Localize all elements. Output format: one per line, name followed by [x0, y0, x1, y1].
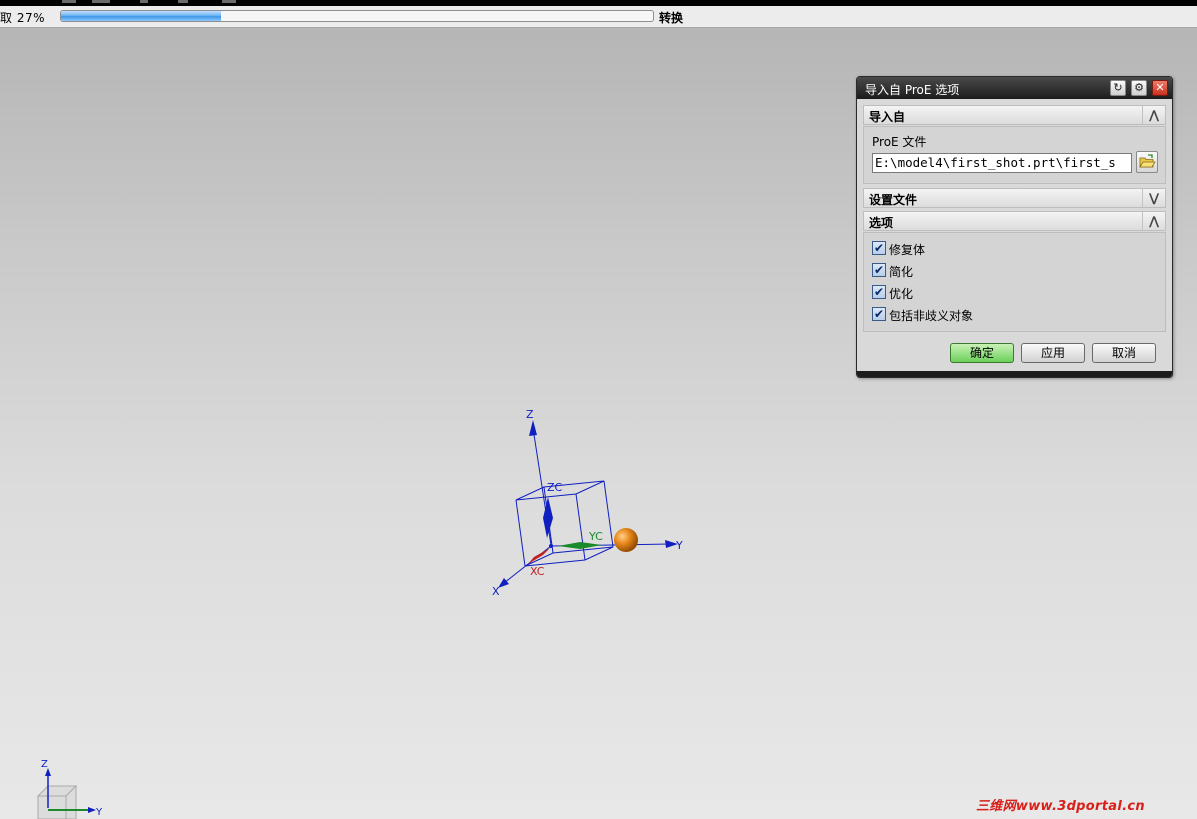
proe-file-label: ProE 文件: [872, 135, 927, 149]
progress-bar: [60, 10, 654, 22]
x-axis-arrow: [498, 578, 509, 588]
apply-button[interactable]: 应用: [1021, 343, 1085, 363]
cancel-button[interactable]: 取消: [1092, 343, 1156, 363]
coordinate-triad[interactable]: Z ZC Y YC X XC: [470, 400, 700, 610]
title-fragment: [62, 0, 76, 3]
view-triad-cube: [36, 784, 78, 819]
section-header-import-from[interactable]: 导入自 ⋀: [863, 105, 1166, 125]
view-triad: Z Y: [36, 759, 103, 819]
xc-axis-label: XC: [530, 565, 545, 578]
origin-point: [549, 544, 553, 548]
progress-status-bar: 取 27% 转换: [0, 6, 1197, 28]
ok-button[interactable]: 确定: [950, 343, 1014, 363]
section-header-options[interactable]: 选项 ⋀: [863, 211, 1166, 231]
dialog-bottom-bar: [857, 371, 1172, 377]
dialog-title: 导入自 ProE 选项: [865, 83, 960, 97]
z-axis-arrow: [529, 420, 537, 436]
section-title: 选项: [869, 216, 894, 230]
checkbox-repair-body[interactable]: ✔: [872, 241, 886, 255]
chevron-up-icon[interactable]: ⋀: [1142, 212, 1165, 230]
proe-file-path-input[interactable]: E:\model4\first_shot.prt\first_s: [872, 153, 1132, 173]
view-triad-z-label: Z: [41, 759, 48, 770]
close-icon[interactable]: ✕: [1152, 80, 1168, 96]
title-fragment: [92, 0, 110, 3]
zc-axis-label: ZC: [547, 481, 563, 494]
progress-bar-fill: [61, 11, 221, 21]
y-axis-label: Y: [675, 539, 683, 552]
section-title: 导入自: [869, 110, 906, 124]
section-header-settings-file[interactable]: 设置文件 ⋁: [863, 188, 1166, 208]
view-triad-y-label: Y: [95, 807, 103, 818]
option-label: 修复体: [889, 243, 926, 257]
chevron-up-icon[interactable]: ⋀: [1142, 106, 1165, 124]
x-axis-label: X: [492, 585, 500, 598]
folder-open-icon: [1139, 154, 1156, 168]
dialog-title-bar[interactable]: 导入自 ProE 选项 ↻ ⚙ ✕: [857, 77, 1172, 99]
progress-status-text: 转换: [659, 11, 684, 25]
option-label: 简化: [889, 265, 914, 279]
wcs-cube: [515, 480, 614, 567]
title-fragment: [140, 0, 148, 3]
title-fragment: [178, 0, 188, 3]
yc-axis-label: YC: [588, 530, 603, 543]
checkbox-simplify[interactable]: ✔: [872, 263, 886, 277]
option-label: 优化: [889, 287, 914, 301]
progress-label: 取 27%: [0, 11, 45, 25]
watermark-text: 三维网www.3dportal.cn: [976, 799, 1145, 814]
title-fragment: [222, 0, 236, 3]
rotation-sphere-handle[interactable]: [614, 528, 638, 552]
z-axis-label: Z: [526, 408, 534, 421]
yc-axis-handle[interactable]: [558, 542, 602, 549]
browse-file-button[interactable]: [1136, 151, 1158, 173]
option-label: 包括非歧义对象: [889, 309, 974, 323]
chevron-down-icon[interactable]: ⋁: [1142, 189, 1165, 207]
gear-icon[interactable]: ⚙: [1131, 80, 1147, 96]
view-triad-y-arrow: [88, 807, 96, 813]
section-title: 设置文件: [869, 193, 918, 207]
import-proe-options-dialog: 导入自 ProE 选项 ↻ ⚙ ✕ 导入自 ⋀ ProE 文件 E:\model…: [856, 76, 1173, 378]
reset-icon[interactable]: ↻: [1110, 80, 1126, 96]
checkbox-optimize[interactable]: ✔: [872, 285, 886, 299]
import-from-group: ProE 文件 E:\model4\first_shot.prt\first_s: [863, 126, 1166, 184]
checkbox-include-unambiguous[interactable]: ✔: [872, 307, 886, 321]
options-group: ✔ 修复体 ✔ 简化 ✔ 优化 ✔ 包括非歧义对象: [863, 232, 1166, 332]
